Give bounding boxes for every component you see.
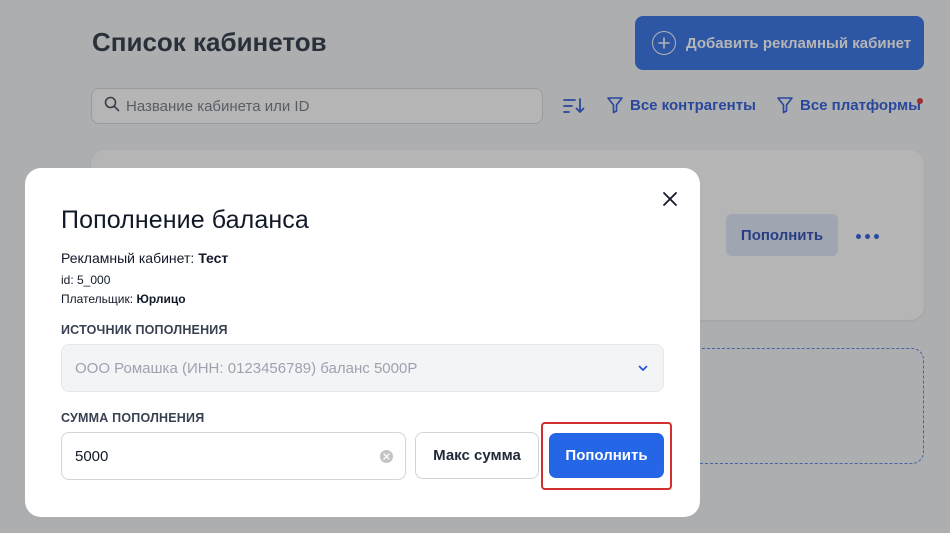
topup-modal: Пополнение баланса Рекламный кабинет: Те… — [25, 168, 700, 517]
payer-info: Плательщик: Юрлицо — [61, 292, 186, 306]
chevron-down-icon — [638, 365, 648, 371]
clear-icon[interactable] — [380, 450, 393, 463]
payer-name: Юрлицо — [136, 292, 186, 306]
account-label: Рекламный кабинет: — [61, 250, 195, 266]
amount-input[interactable] — [75, 447, 365, 465]
amount-label: СУММА ПОПОЛНЕНИЯ — [61, 411, 205, 425]
source-label: ИСТОЧНИК ПОПОЛНЕНИЯ — [61, 323, 228, 337]
account-name: Тест — [198, 250, 229, 266]
amount-field[interactable] — [61, 432, 406, 480]
account-id: id: 5_000 — [61, 273, 111, 287]
max-amount-button[interactable]: Макс сумма — [415, 432, 539, 479]
submit-topup-button[interactable]: Пополнить — [549, 433, 664, 478]
close-icon[interactable] — [659, 188, 681, 210]
modal-title: Пополнение баланса — [61, 206, 309, 234]
source-value: ООО Ромашка (ИНН: 0123456789) баланс 500… — [75, 359, 418, 377]
account-info: Рекламный кабинет: Тест — [61, 250, 228, 266]
payer-label: Плательщик: — [61, 292, 134, 306]
source-select[interactable]: ООО Ромашка (ИНН: 0123456789) баланс 500… — [61, 344, 664, 392]
